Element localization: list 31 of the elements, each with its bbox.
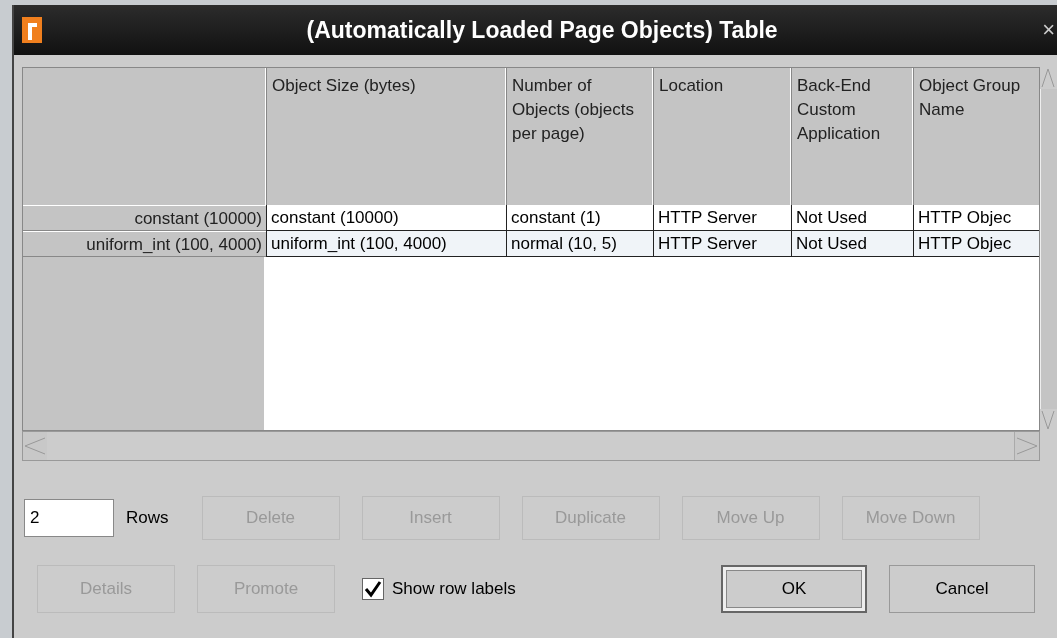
table-cell: HTTP Server [653, 231, 791, 257]
window-title: (Automatically Loaded Page Objects) Table [305, 16, 779, 44]
table-cell: normal (10, 5) [506, 231, 653, 257]
rows-label: Rows [126, 508, 169, 528]
column-header[interactable]: Location [653, 68, 791, 205]
table-cell: HTTP Objec [913, 231, 1040, 257]
column-header[interactable]: Object Size (bytes) [266, 68, 506, 205]
table-cell: Not Used [791, 205, 913, 231]
checkbox-label[interactable]: Show row labels [392, 579, 516, 599]
column-header[interactable]: Object Group Name [913, 68, 1040, 205]
row-header[interactable]: uniform_int (100, 4000) [23, 231, 266, 257]
ok-button[interactable]: OK [721, 565, 867, 613]
scroll-right-icon[interactable] [1015, 436, 1039, 456]
horizontal-scrollbar[interactable] [22, 431, 1040, 461]
scroll-down-icon[interactable] [1040, 409, 1057, 431]
table-cell: Not Used [791, 231, 913, 257]
table-cell: constant (1) [506, 205, 653, 231]
scroll-left-icon[interactable] [23, 436, 47, 456]
column-header[interactable]: Number of Objects (objects per page) [506, 68, 653, 205]
table-cell: constant (10000) [266, 205, 506, 231]
rows-field[interactable]: 2 [24, 499, 114, 537]
table-cell: HTTP Objec [913, 205, 1040, 231]
table-cell: uniform_int (100, 4000) [266, 231, 506, 257]
app-icon [22, 17, 42, 43]
close-button[interactable]: × [1042, 17, 1055, 43]
table-cell: HTTP Server [653, 205, 791, 231]
checkbox[interactable] [362, 578, 384, 600]
row-header[interactable]: constant (10000) [23, 205, 266, 231]
cancel-button[interactable]: Cancel [889, 565, 1035, 613]
scroll-up-icon[interactable] [1040, 67, 1057, 89]
column-header[interactable]: Back-End Custom Application [791, 68, 913, 205]
